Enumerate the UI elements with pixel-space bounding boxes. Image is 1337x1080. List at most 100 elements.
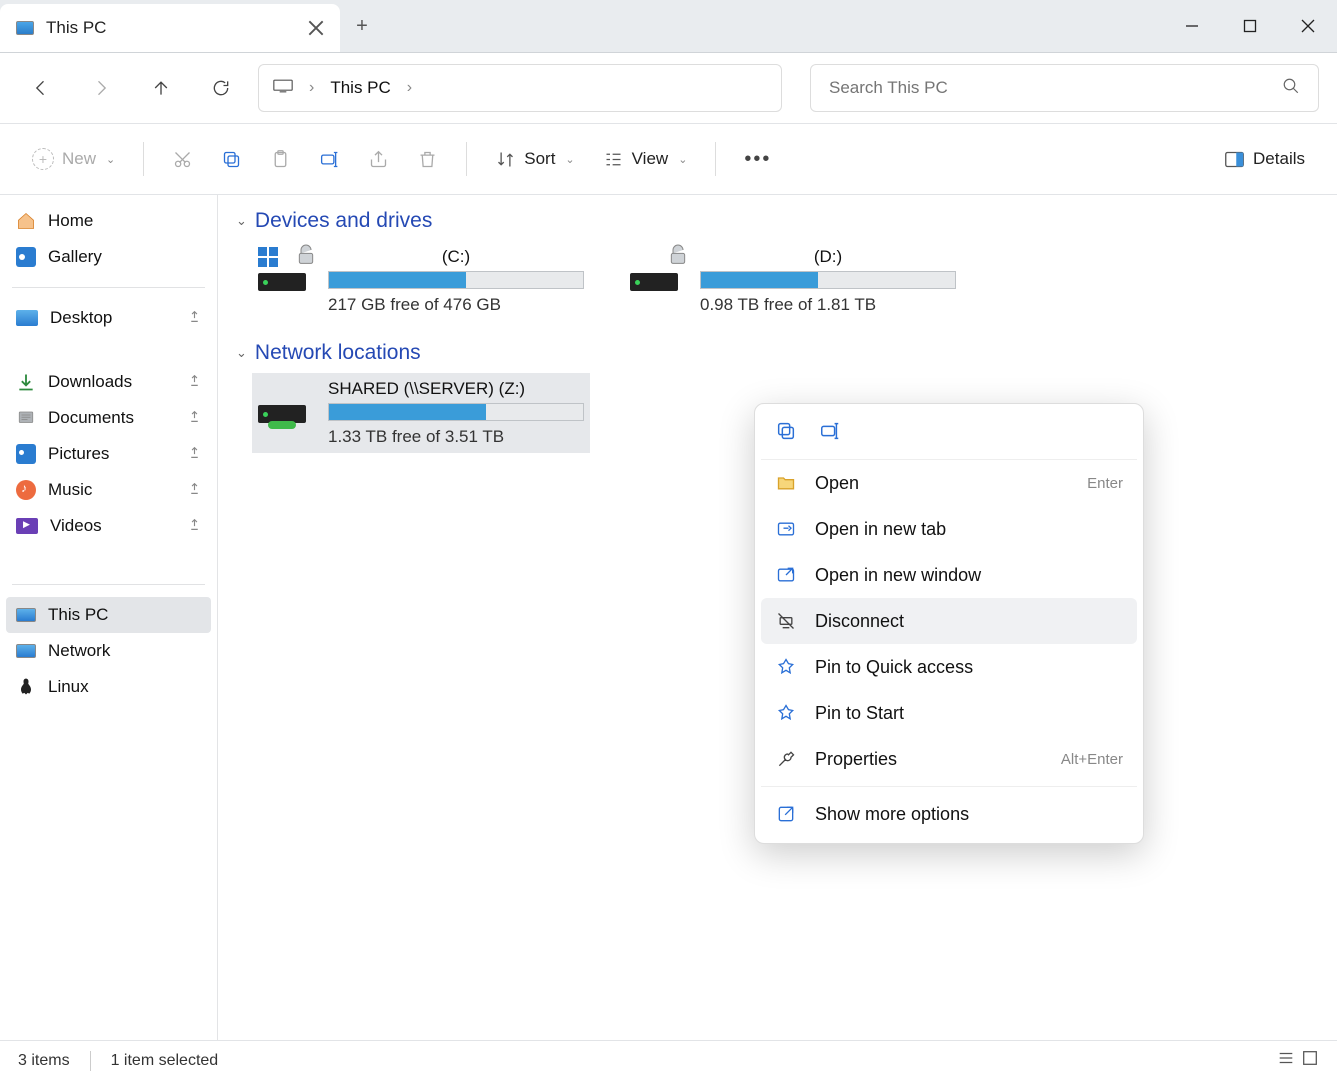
- capacity-bar: [700, 271, 956, 289]
- sidebar-item-downloads[interactable]: Downloads: [6, 364, 211, 400]
- drive-c[interactable]: (C:) 217 GB free of 476 GB: [252, 241, 590, 321]
- status-bar: 3 items 1 item selected: [0, 1040, 1337, 1080]
- drive-icon: [258, 247, 316, 291]
- sidebar-item-music[interactable]: Music: [6, 472, 211, 508]
- navigation-pane: Home Gallery Desktop Downloads Documents…: [0, 195, 218, 1040]
- view-button[interactable]: View⌄: [593, 143, 698, 176]
- chevron-right-icon[interactable]: ›: [407, 79, 412, 97]
- section-devices-header[interactable]: ⌄ Devices and drives: [236, 209, 1319, 233]
- more-button[interactable]: •••: [734, 142, 781, 177]
- content-area: ⌄ Devices and drives (C:) 217 GB free of…: [218, 195, 1337, 1040]
- videos-icon: [16, 518, 38, 534]
- network-drive-z[interactable]: SHARED (\\SERVER) (Z:) 1.33 TB free of 3…: [252, 373, 590, 453]
- sidebar-item-pictures[interactable]: Pictures: [6, 436, 211, 472]
- pin-icon: [775, 703, 797, 723]
- refresh-button[interactable]: [198, 65, 244, 111]
- folder-icon: [775, 473, 797, 493]
- tab-title: This PC: [46, 18, 296, 38]
- rename-button[interactable]: [819, 420, 841, 447]
- close-tab-button[interactable]: [308, 20, 324, 36]
- sidebar-item-gallery[interactable]: Gallery: [6, 239, 211, 275]
- sidebar-item-linux[interactable]: Linux: [6, 669, 211, 705]
- drive-icon: [630, 247, 688, 291]
- gallery-icon: [16, 247, 36, 267]
- section-network-header[interactable]: ⌄ Network locations: [236, 341, 1319, 365]
- capacity-bar: [328, 271, 584, 289]
- forward-button[interactable]: [78, 65, 124, 111]
- context-menu: Open Enter Open in new tab Open in new w…: [754, 403, 1144, 844]
- details-pane-button[interactable]: Details: [1214, 143, 1315, 176]
- ctx-open-new-tab[interactable]: Open in new tab: [761, 506, 1137, 552]
- sidebar-item-home[interactable]: Home: [6, 203, 211, 239]
- sidebar-item-this-pc[interactable]: This PC: [6, 597, 211, 633]
- ctx-properties[interactable]: Properties Alt+Enter: [761, 736, 1137, 782]
- drive-free-text: 217 GB free of 476 GB: [328, 295, 584, 315]
- cut-button[interactable]: [162, 143, 203, 176]
- monitor-icon: [16, 608, 36, 622]
- paste-button[interactable]: [260, 143, 301, 176]
- ctx-show-more[interactable]: Show more options: [761, 791, 1137, 837]
- pin-icon: [188, 408, 201, 428]
- tab-thispc[interactable]: This PC: [0, 4, 340, 52]
- new-button[interactable]: + New ⌄: [22, 142, 125, 176]
- download-icon: [16, 372, 36, 392]
- pin-icon: [188, 372, 201, 392]
- thumbnails-view-toggle[interactable]: [1301, 1049, 1319, 1072]
- ctx-open[interactable]: Open Enter: [761, 460, 1137, 506]
- copy-button[interactable]: [775, 420, 797, 447]
- new-tab-button[interactable]: +: [340, 0, 384, 52]
- plus-circle-icon: +: [32, 148, 54, 170]
- home-icon: [16, 211, 36, 231]
- sidebar-item-documents[interactable]: Documents: [6, 400, 211, 436]
- drive-label: (D:): [700, 247, 956, 267]
- item-count: 3 items: [18, 1052, 70, 1070]
- pin-icon: [188, 308, 201, 328]
- show-more-icon: [775, 804, 797, 824]
- network-icon: [16, 644, 36, 658]
- pin-icon: [775, 657, 797, 677]
- close-window-button[interactable]: [1279, 0, 1337, 52]
- open-tab-icon: [775, 519, 797, 539]
- drive-free-text: 0.98 TB free of 1.81 TB: [700, 295, 956, 315]
- sidebar-item-videos[interactable]: Videos: [6, 508, 211, 544]
- ctx-pin-quick-access[interactable]: Pin to Quick access: [761, 644, 1137, 690]
- drive-d[interactable]: (D:) 0.98 TB free of 1.81 TB: [624, 241, 962, 321]
- pin-icon: [188, 516, 201, 536]
- wrench-icon: [775, 749, 797, 769]
- rename-button[interactable]: [309, 143, 350, 176]
- back-button[interactable]: [18, 65, 64, 111]
- chevron-down-icon: ⌄: [236, 345, 247, 361]
- desktop-icon: [16, 310, 38, 326]
- ctx-disconnect[interactable]: Disconnect: [761, 598, 1137, 644]
- minimize-button[interactable]: [1163, 0, 1221, 52]
- pin-icon: [188, 444, 201, 464]
- search-box[interactable]: [810, 64, 1319, 112]
- search-icon: [1282, 77, 1300, 100]
- ctx-open-new-window[interactable]: Open in new window: [761, 552, 1137, 598]
- drive-label: SHARED (\\SERVER) (Z:): [328, 379, 584, 399]
- documents-icon: [16, 408, 36, 428]
- address-bar[interactable]: › This PC ›: [258, 64, 782, 112]
- sidebar-item-network[interactable]: Network: [6, 633, 211, 669]
- delete-button[interactable]: [407, 143, 448, 176]
- sort-button[interactable]: Sort⌄: [485, 143, 584, 176]
- network-drive-icon: [258, 379, 316, 423]
- search-input[interactable]: [829, 78, 1282, 98]
- copy-button[interactable]: [211, 143, 252, 176]
- ctx-pin-start[interactable]: Pin to Start: [761, 690, 1137, 736]
- music-icon: [16, 480, 36, 500]
- titlebar: This PC +: [0, 0, 1337, 53]
- breadcrumb-location[interactable]: This PC: [330, 78, 390, 98]
- sidebar-item-desktop[interactable]: Desktop: [6, 300, 211, 336]
- selection-count: 1 item selected: [111, 1052, 219, 1070]
- penguin-icon: [16, 677, 36, 697]
- chevron-right-icon[interactable]: ›: [309, 79, 314, 97]
- maximize-button[interactable]: [1221, 0, 1279, 52]
- pin-icon: [188, 480, 201, 500]
- monitor-icon: [273, 79, 293, 98]
- monitor-icon: [16, 21, 34, 35]
- up-button[interactable]: [138, 65, 184, 111]
- command-bar: + New ⌄ Sort⌄ View⌄ ••• Details: [0, 123, 1337, 195]
- details-view-toggle[interactable]: [1277, 1049, 1295, 1072]
- share-button[interactable]: [358, 143, 399, 176]
